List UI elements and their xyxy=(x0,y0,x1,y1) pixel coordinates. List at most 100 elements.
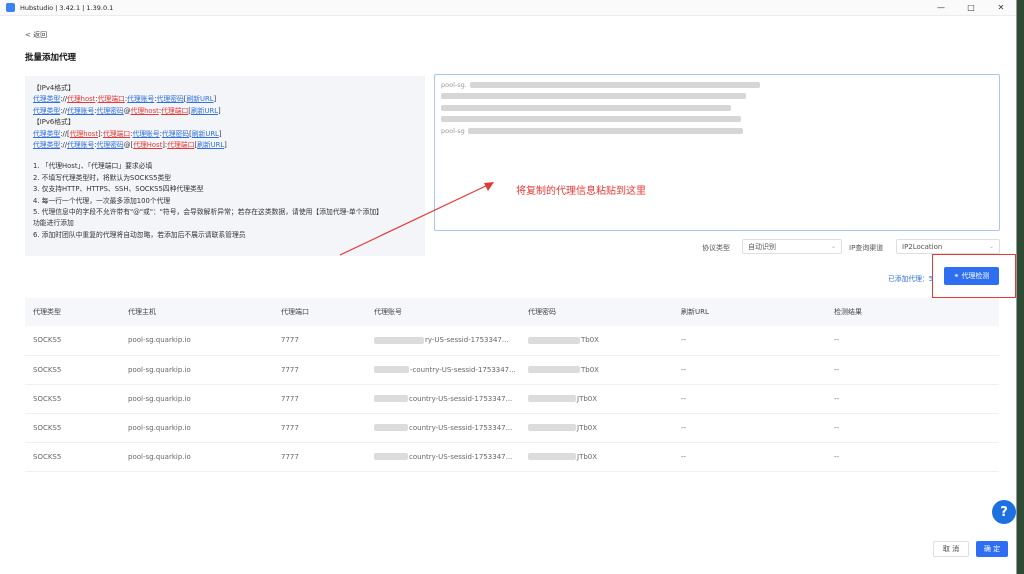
cell-port: 7777 xyxy=(273,355,366,385)
cell-password: JTb0X xyxy=(520,384,673,414)
confirm-button[interactable]: 确 定 xyxy=(976,541,1008,557)
ipv4-format-line-2: 代理类型://代理账号:代理密码@代理host:代理端口[刷新URL] xyxy=(33,106,221,115)
title-bar: Hubstudio | 3.42.1 | 1.39.0.1 — □ ✕ xyxy=(0,0,1016,16)
ipv6-header: 【IPv6格式】 xyxy=(33,118,75,127)
col-header-password: 代理密码 xyxy=(520,298,673,326)
cell-password: Tb0X xyxy=(520,326,673,356)
cell-type: SOCKS5 xyxy=(25,442,120,472)
line-prefix: pool-sg. xyxy=(441,80,467,89)
redacted-text xyxy=(469,81,760,88)
col-header-host: 代理主机 xyxy=(120,298,273,326)
token-account: 代理账号 xyxy=(67,106,95,115)
page-title: 批量添加代理 xyxy=(25,53,77,63)
ipv6-format-line-2: 代理类型://代理账号:代理密码@[代理Host]:代理端口[刷新URL] xyxy=(33,141,227,150)
redacted-text xyxy=(441,116,741,123)
token-host: 代理Host xyxy=(133,141,163,150)
close-button[interactable]: ✕ xyxy=(986,0,1016,16)
window-title: Hubstudio | 3.42.1 | 1.39.0.1 xyxy=(20,3,114,12)
back-link[interactable]: < 返回 xyxy=(25,30,47,40)
maximize-button[interactable]: □ xyxy=(956,0,986,16)
cell-type: SOCKS5 xyxy=(25,413,120,443)
password-text: JTb0X xyxy=(577,452,598,461)
app-window: Hubstudio | 3.42.1 | 1.39.0.1 — □ ✕ < 返回… xyxy=(0,0,1017,574)
cell-host: pool-sg.quarkip.io xyxy=(120,355,273,385)
cell-refresh-url: -- xyxy=(673,326,826,356)
token-port: 代理端口 xyxy=(97,95,125,104)
protocol-type-select[interactable]: 自动识别 ⌄ xyxy=(742,239,842,254)
cell-type: SOCKS5 xyxy=(25,326,120,356)
cell-account: country-US-sessid-1753347... xyxy=(366,384,520,414)
ipv4-format-line-1: 代理类型://代理host:代理端口:代理账号:代理密码[刷新URL] xyxy=(33,95,217,104)
col-header-port: 代理端口 xyxy=(273,298,366,326)
token-host: 代理host xyxy=(69,129,98,138)
cell-password: Tb0X xyxy=(520,355,673,385)
cell-account: country-US-sessid-1753347... xyxy=(366,413,520,443)
token-password: 代理密码 xyxy=(156,95,184,104)
cell-port: 7777 xyxy=(273,413,366,443)
textarea-line xyxy=(441,114,993,126)
redacted-text xyxy=(441,104,731,111)
cell-refresh-url: -- xyxy=(673,413,826,443)
ip-channel-select[interactable]: IP2Location ⌄ xyxy=(896,239,1000,254)
token-refresh: 刷新URL xyxy=(190,106,219,115)
help-button[interactable]: ? xyxy=(992,500,1016,524)
protocol-type-label: 协议类型 xyxy=(702,244,730,252)
cell-port: 7777 xyxy=(273,442,366,472)
note-item: 1. 「代理Host」、「代理端口」要求必填 xyxy=(33,162,153,171)
token-type: 代理类型 xyxy=(33,129,61,138)
table-row: SOCKS5 pool-sg.quarkip.io 7777 country-U… xyxy=(25,384,999,414)
col-header-result: 检测结果 xyxy=(826,298,999,326)
cell-port: 7777 xyxy=(273,384,366,414)
chevron-down-icon: ⌄ xyxy=(988,243,994,250)
password-text: JTb0X xyxy=(577,394,598,403)
detect-icon: ⚭ xyxy=(953,272,960,280)
window-controls: — □ ✕ xyxy=(926,0,1016,16)
token-refresh: 刷新URL xyxy=(197,141,225,150)
added-proxy-count: 已添加代理：5 xyxy=(888,275,934,283)
token-type: 代理类型 xyxy=(33,141,61,150)
proxy-detect-button[interactable]: ⚭ 代理检测 xyxy=(944,267,999,285)
cell-result: -- xyxy=(826,326,999,356)
textarea-line: pool-sg xyxy=(441,125,993,137)
account-text: country-US-sessid-1753347... xyxy=(409,394,513,403)
account-text: -country-US-sessid-1753347... xyxy=(410,365,516,374)
proxy-input-textarea[interactable]: pool-sg. pool-sg xyxy=(434,74,1000,231)
cancel-button[interactable]: 取 消 xyxy=(933,541,969,557)
cell-result: -- xyxy=(826,355,999,385)
note-item: 2. 不填写代理类型时，将默认为SOCKS5类型 xyxy=(33,173,172,182)
ipv4-header: 【IPv4格式】 xyxy=(33,84,75,92)
hubstudio-logo-icon xyxy=(6,3,15,12)
token-host: 代理host xyxy=(130,106,159,115)
table-row: SOCKS5 pool-sg.quarkip.io 7777 -country-… xyxy=(25,355,999,385)
account-text: ry-US-sessid-1753347... xyxy=(425,336,509,345)
cell-result: -- xyxy=(826,384,999,414)
password-text: Tb0X xyxy=(581,336,599,345)
cell-refresh-url: -- xyxy=(673,384,826,414)
token-type: 代理类型 xyxy=(33,106,61,115)
password-text: JTb0X xyxy=(577,423,598,432)
minimize-button[interactable]: — xyxy=(926,0,956,16)
note-item: 3. 仅支持HTTP、HTTPS、SSH、SOCKS5四种代理类型 xyxy=(33,185,204,194)
ipv6-format-line-1: 代理类型://[代理host]:代理端口:代理账号:代理密码[刷新URL] xyxy=(33,129,222,138)
token-port: 代理端口 xyxy=(161,106,189,115)
token-password: 代理密码 xyxy=(96,106,124,115)
table-row: SOCKS5 pool-sg.quarkip.io 7777 country-U… xyxy=(25,442,999,472)
cell-type: SOCKS5 xyxy=(25,384,120,414)
token-password: 代理密码 xyxy=(96,141,124,150)
table-row: SOCKS5 pool-sg.quarkip.io 7777 country-U… xyxy=(25,413,999,443)
cell-account: ry-US-sessid-1753347... xyxy=(366,326,520,356)
cell-refresh-url: -- xyxy=(673,355,826,385)
proxy-detect-label: 代理检测 xyxy=(961,272,990,280)
redacted-text xyxy=(441,93,746,100)
token-refresh: 刷新URL xyxy=(186,95,214,104)
annotation-text: 将复制的代理信息粘贴到这里 xyxy=(516,186,646,197)
cell-account: -country-US-sessid-1753347... xyxy=(366,355,520,385)
token-port: 代理端口 xyxy=(167,141,195,150)
table-header-row: 代理类型 代理主机 代理端口 代理账号 代理密码 刷新URL 检测结果 xyxy=(25,298,999,326)
note-item: 4. 每一行一个代理，一次最多添加100个代理 xyxy=(33,196,171,205)
token-refresh: 刷新URL xyxy=(191,129,219,138)
protocol-type-value: 自动识别 xyxy=(748,242,776,251)
cell-host: pool-sg.quarkip.io xyxy=(120,384,273,414)
account-text: country-US-sessid-1753347... xyxy=(409,423,513,432)
col-header-refresh-url: 刷新URL xyxy=(673,298,826,326)
